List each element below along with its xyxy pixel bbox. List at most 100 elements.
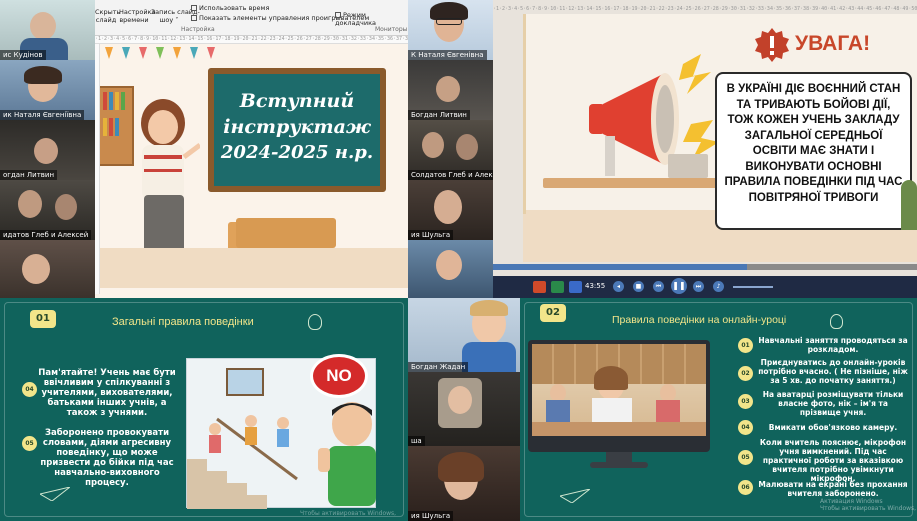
rule-number: 04: [738, 420, 753, 435]
slide-title-line2: інструктаж: [223, 116, 371, 138]
slide-title-line1: Вступний: [239, 90, 355, 112]
participant-tile[interactable]: К Наталя Євгенівна: [408, 0, 493, 60]
participant-name: Богдан Литвин: [408, 110, 470, 120]
participant-tile[interactable]: Богдан Литвин: [408, 60, 493, 120]
participant-tile[interactable]: [0, 240, 95, 298]
rule-number: 03: [738, 394, 753, 409]
participant-name: огдан Литвин: [0, 170, 58, 180]
participant-tile[interactable]: идатов Глеб и Алексей: [0, 180, 95, 240]
ruler-vertical: [95, 44, 100, 294]
warning-text: В УКРАЇНІ ДІЄ ВОЄННИЙ СТАН ТА ТРИВАЮТЬ Б…: [724, 83, 903, 204]
section-badge: 02: [540, 304, 566, 322]
rule-text: Приєднуватись до онлайн-уроків потрібно …: [758, 358, 908, 385]
presentation-slide-3: 01 Загальні правила поведінки Пам'ятайте…: [0, 298, 408, 521]
slide-title-line3: 2024-2025 н.р.: [220, 142, 374, 163]
use-timing-checkbox[interactable]: Использовать время: [191, 4, 269, 12]
boy-illustration: [318, 398, 388, 508]
slide-title: Правила поведінки на онлайн-уроці: [612, 314, 787, 326]
media-progress-bar[interactable]: [493, 264, 917, 270]
participant-name: К Наталя Євгенівна: [408, 50, 487, 60]
participant-tile[interactable]: ис Кудінов: [0, 0, 95, 60]
taskbar-app-icon[interactable]: [551, 281, 564, 293]
monitor-base: [590, 462, 648, 468]
participant-video: [408, 446, 520, 521]
rule-number: 05: [738, 450, 753, 465]
rule-text: Заборонено провокувати словами, діями аг…: [40, 428, 174, 488]
participant-name: ик Наталя Євгеніївна: [0, 110, 85, 120]
participant-name: ис Кудінов: [0, 50, 46, 60]
floor: [95, 248, 408, 288]
mute-icon[interactable]: ♪: [713, 281, 724, 292]
hide-slide-button[interactable]: Скрыть слайд: [95, 8, 120, 24]
plant: [901, 180, 917, 230]
ruler: ·1·2·3·4·5·6·7·8·9·10·11·12·13·14·15·16·…: [95, 36, 408, 44]
group-monitors-label: Мониторы: [375, 26, 408, 33]
paper-plane-icon: [38, 486, 71, 502]
desk: [543, 178, 743, 188]
rule-number: 04: [22, 382, 37, 397]
rules-list: 01 Навчальні заняття проводяться за розк…: [738, 334, 914, 514]
participant-name: ия Шульга: [408, 511, 454, 521]
stop-icon[interactable]: ■: [633, 281, 644, 292]
participant-name: ша: [408, 436, 425, 446]
presentation-slide-4: 02 Правила поведінки на онлайн-уроці 01 …: [520, 298, 917, 521]
ruler: ·1·2·3·4·5·6·7·8·9·10·11·12·13·14·15·16·…: [493, 6, 917, 14]
pause-icon[interactable]: ❚❚: [671, 278, 687, 294]
section-badge: 01: [30, 310, 56, 328]
slide-title: Загальні правила поведінки: [112, 316, 254, 328]
lightbulb-icon: [830, 314, 843, 329]
windows-watermark: Активация Windows Чтобы активировать Win…: [820, 498, 917, 512]
participant-tile[interactable]: ик Наталя Євгеніївна: [0, 60, 95, 120]
laptop-illustration: [668, 154, 708, 178]
rule-number: 05: [22, 436, 37, 451]
desk: [236, 218, 336, 248]
rule-text: Вмикати обов'язково камеру.: [768, 423, 898, 432]
volume-icon[interactable]: ◂: [613, 281, 624, 292]
participant-name: идатов Глеб и Алексей: [0, 230, 92, 240]
chalkboard: Вступний інструктаж 2024-2025 н.р.: [208, 68, 386, 192]
previous-icon[interactable]: ⏮: [653, 281, 664, 292]
paper-plane-icon: [558, 488, 591, 504]
warning-icon: [755, 28, 789, 62]
participant-tile[interactable]: Солдатов Глеб и Алексей: [408, 120, 493, 180]
warning-text-box: В УКРАЇНІ ДІЄ ВОЄННИЙ СТАН ТА ТРИВАЮТЬ Б…: [715, 72, 912, 230]
timing-button[interactable]: Настройка времени: [119, 8, 155, 24]
presenter-mode-checkbox[interactable]: Режим докладчика: [335, 11, 408, 27]
taskbar-app-icon[interactable]: [533, 281, 546, 293]
participant-tile[interactable]: [408, 240, 493, 298]
next-icon[interactable]: ⏭: [693, 281, 704, 292]
rule-text: Пам'ятайте! Учень має бути ввічливим у с…: [38, 368, 176, 418]
rule-number: 06: [738, 480, 753, 495]
participant-name: Солдатов Глеб и Алексей: [408, 170, 493, 180]
participant-tile[interactable]: ия Шульга: [408, 446, 520, 521]
rule-number: 01: [738, 338, 753, 353]
no-speech-bubble: NO: [310, 354, 368, 398]
rule-text: На аватарці розміщувати тільки власне фо…: [762, 390, 904, 417]
bookshelf: [98, 86, 134, 166]
participant-name: Богдан Жадан: [408, 362, 469, 372]
monitor-illustration: [528, 340, 710, 452]
record-button[interactable]: Запись слайд- шоу ˅: [151, 8, 200, 24]
rule-text: Коли вчитель пояснює, мікрофон учня вимк…: [759, 438, 907, 483]
participant-tile[interactable]: ша: [408, 372, 520, 446]
taskbar: 43:55 ◂ ■ ⏮ ❚❚ ⏭ ♪: [493, 276, 917, 298]
participant-tile[interactable]: ия Шульга: [408, 180, 493, 240]
participant-tile[interactable]: огдан Литвин: [0, 120, 95, 180]
volume-slider[interactable]: [733, 286, 773, 288]
rule-number: 02: [738, 366, 753, 381]
time-display: 43:55: [585, 282, 606, 290]
participant-tile[interactable]: Богдан Жадан: [408, 298, 520, 372]
rule-text: Малювати на екрані без прохання вчителя …: [758, 480, 908, 498]
windows-watermark: Чтобы активировать Windows,: [300, 510, 397, 517]
rule-text: Навчальні заняття проводяться за розклад…: [758, 336, 908, 354]
group-setup-label: Настройка: [181, 26, 215, 33]
participant-video: [408, 240, 493, 298]
participant-name: ия Шульга: [408, 230, 454, 240]
presentation-window-2: ·1·2·3·4·5·6·7·8·9·10·11·12·13·14·15·16·…: [493, 0, 917, 298]
lightbulb-icon: [308, 314, 322, 330]
participant-video: [408, 372, 520, 446]
taskbar-app-icon[interactable]: [569, 281, 582, 293]
warning-title: УВАГА!: [795, 32, 871, 55]
participant-video: [0, 240, 95, 298]
participant-video: [408, 298, 520, 372]
